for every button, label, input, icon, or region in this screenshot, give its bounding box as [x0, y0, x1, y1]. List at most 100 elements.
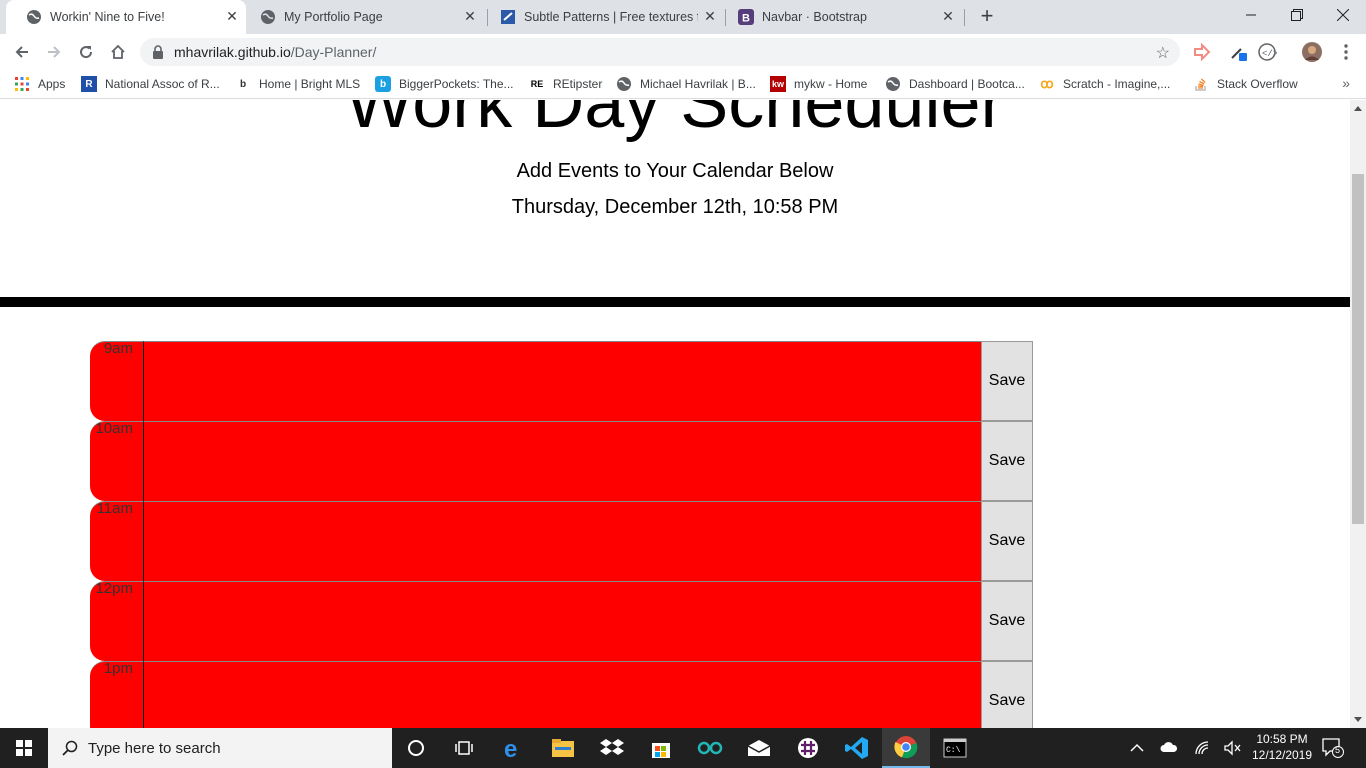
- hour-label: 10am: [90, 421, 144, 501]
- close-window-button[interactable]: [1320, 0, 1366, 30]
- close-tab-icon[interactable]: ✕: [224, 8, 240, 24]
- home-button[interactable]: [106, 40, 130, 64]
- windows-logo-icon: [16, 740, 32, 756]
- save-button[interactable]: Save: [981, 421, 1033, 501]
- current-day: Thursday, December 12th, 10:58 PM: [511, 196, 839, 218]
- edge-icon: e: [504, 736, 517, 760]
- address-bar[interactable]: mhavrilak.github.io/Day-Planner/ ☆: [140, 38, 1180, 66]
- file-explorer-app[interactable]: [539, 728, 587, 768]
- save-button[interactable]: Save: [981, 581, 1033, 661]
- bookmark-label: mykw - Home: [794, 77, 868, 91]
- terminal-icon: C:\: [943, 738, 967, 758]
- svg-text:e: e: [504, 736, 517, 760]
- close-tab-icon[interactable]: ✕: [702, 8, 718, 24]
- tab-separator: [964, 9, 965, 26]
- action-center-button[interactable]: 5: [1322, 738, 1344, 758]
- dropbox-app[interactable]: [588, 728, 636, 768]
- save-button[interactable]: Save: [981, 501, 1033, 581]
- more-bookmarks-icon[interactable]: »: [1342, 75, 1350, 91]
- svg-text:</>: </>: [1262, 49, 1277, 59]
- terminal-app[interactable]: C:\: [931, 728, 979, 768]
- page-scrollbar[interactable]: [1350, 100, 1366, 728]
- chrome-app[interactable]: [882, 728, 930, 768]
- time-block-row: 12pm Save: [90, 581, 1033, 661]
- bookmark-biggerpockets[interactable]: b BiggerPockets: The...: [375, 75, 514, 93]
- restore-button[interactable]: [1274, 0, 1320, 30]
- bookmarks-bar: Apps R National Assoc of R... b Home | B…: [0, 70, 1366, 99]
- scratch-icon: ꚙ: [1040, 76, 1054, 91]
- search-placeholder: Type here to search: [88, 740, 221, 757]
- bookmark-apps[interactable]: Apps: [14, 75, 65, 93]
- close-tab-icon[interactable]: ✕: [940, 8, 956, 24]
- mail-app[interactable]: [735, 728, 783, 768]
- save-button[interactable]: Save: [981, 341, 1033, 421]
- bookmark-retipster[interactable]: RE REtipster: [529, 75, 603, 93]
- back-button[interactable]: [10, 40, 34, 64]
- retipster-icon: RE: [530, 79, 544, 89]
- minimize-button[interactable]: [1228, 0, 1274, 30]
- bookmark-mykw[interactable]: kw mykw - Home: [770, 75, 867, 93]
- scroll-down-icon[interactable]: [1354, 717, 1362, 722]
- bright-mls-icon: b: [239, 78, 247, 90]
- taskbar-search-box[interactable]: Type here to search: [48, 728, 392, 768]
- tab-subtle-patterns[interactable]: Subtle Patterns | Free textures for ✕: [480, 0, 726, 34]
- arduino-app[interactable]: [686, 728, 734, 768]
- hour-label: 12pm: [90, 581, 144, 661]
- slack-app[interactable]: [784, 728, 832, 768]
- bookmark-dashboard-bootcamp[interactable]: Dashboard | Bootca...: [885, 75, 1025, 93]
- store-app[interactable]: [637, 728, 685, 768]
- extension-arrow-icon[interactable]: [1192, 42, 1212, 62]
- store-bag-icon: [652, 743, 670, 758]
- bookmark-label: BiggerPockets: The...: [399, 77, 514, 91]
- bookmark-star-icon[interactable]: ☆: [1156, 43, 1170, 63]
- system-clock[interactable]: 10:58 PM 12/12/2019: [1250, 731, 1314, 763]
- bookmark-michael-havrilak[interactable]: Michael Havrilak | B...: [616, 75, 756, 93]
- bookmark-bright-mls[interactable]: b Home | Bright MLS: [235, 75, 360, 93]
- chevron-up-icon[interactable]: [1130, 742, 1144, 754]
- cortana-button[interactable]: [392, 728, 440, 768]
- realtor-icon: R: [81, 76, 97, 92]
- event-textarea[interactable]: [144, 421, 981, 501]
- event-textarea[interactable]: [144, 341, 981, 421]
- forward-button[interactable]: [42, 40, 66, 64]
- start-button[interactable]: [0, 728, 48, 768]
- home-icon: [111, 44, 125, 59]
- event-textarea[interactable]: [144, 501, 981, 581]
- tab-my-portfolio[interactable]: My Portfolio Page ✕: [240, 0, 486, 34]
- tab-title: Workin' Nine to Five!: [50, 10, 165, 24]
- bookmark-label: Apps: [38, 77, 66, 91]
- vscode-app[interactable]: [833, 728, 881, 768]
- scroll-up-icon[interactable]: [1354, 106, 1362, 111]
- event-textarea[interactable]: [144, 661, 981, 728]
- extension-code-icon[interactable]: </>: [1257, 42, 1277, 62]
- windows-taskbar: Type here to search e C:\ 10:58 PM 12/12…: [0, 728, 1366, 768]
- bookmark-national-assoc[interactable]: R National Assoc of R...: [81, 75, 220, 93]
- volume-muted-icon[interactable]: [1224, 740, 1242, 756]
- cortana-circle-icon: [408, 740, 424, 756]
- profile-avatar[interactable]: [1302, 42, 1322, 62]
- new-tab-button[interactable]: +: [976, 5, 998, 28]
- svg-text:C:\: C:\: [946, 746, 961, 755]
- svg-text:B: B: [742, 13, 750, 25]
- forward-arrow-icon: [48, 46, 61, 58]
- close-icon: [1337, 9, 1349, 21]
- menu-kebab-icon[interactable]: [1336, 42, 1356, 62]
- network-icon[interactable]: [1194, 740, 1210, 756]
- bookmark-stack-overflow[interactable]: Stack Overflow: [1193, 75, 1298, 93]
- close-tab-icon[interactable]: ✕: [462, 8, 478, 24]
- tab-navbar-bootstrap[interactable]: B Navbar · Bootstrap ✕: [718, 0, 964, 34]
- extension-dropper-icon[interactable]: [1228, 42, 1248, 62]
- bookmark-label: Michael Havrilak | B...: [640, 77, 756, 91]
- bookmark-label: National Assoc of R...: [105, 77, 220, 91]
- task-view-button[interactable]: [440, 728, 488, 768]
- save-button[interactable]: Save: [981, 661, 1033, 728]
- scrollbar-thumb[interactable]: [1352, 174, 1364, 524]
- bookmark-scratch[interactable]: ꚙ Scratch - Imagine,...: [1039, 75, 1170, 93]
- edge-app[interactable]: e: [490, 728, 538, 768]
- bookmark-label: REtipster: [553, 77, 603, 91]
- event-textarea[interactable]: [144, 581, 981, 661]
- tab-title: My Portfolio Page: [284, 10, 383, 24]
- reload-button[interactable]: [74, 40, 98, 64]
- onedrive-cloud-icon[interactable]: [1160, 741, 1178, 753]
- tab-workin-nine-to-five[interactable]: Workin' Nine to Five! ✕: [6, 0, 246, 34]
